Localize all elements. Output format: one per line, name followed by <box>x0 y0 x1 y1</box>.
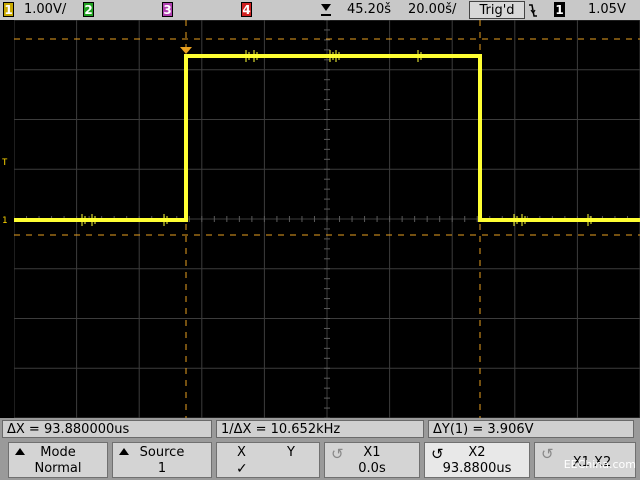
mode-value: Normal <box>34 461 82 476</box>
channel-1-scale: 1.00V/ <box>24 2 67 17</box>
delta-x-readout: ΔX = 93.880000us <box>2 420 212 438</box>
trigger-level: 1.05V <box>588 2 626 17</box>
x2-softkey[interactable]: ↺ X2 93.8800us <box>424 442 530 478</box>
mode-softkey[interactable]: Mode Normal <box>8 442 108 478</box>
x1-cursor-marker[interactable] <box>180 47 192 54</box>
x2-value: 93.8800us <box>442 461 512 476</box>
delay-value: 45.20š <box>347 2 391 17</box>
source-softkey[interactable]: Source 1 <box>112 442 212 478</box>
run-state-badge: Trig'd <box>469 1 525 19</box>
falling-edge-icon <box>529 4 537 17</box>
inverse-delta-x-readout: 1/ΔX = 10.652kHz <box>216 420 424 438</box>
trigger-level-marker: T <box>2 158 8 168</box>
delta-y-readout: ΔY(1) = 3.906V <box>428 420 634 438</box>
timebase-value: 20.00š/ <box>408 2 457 17</box>
channel-1-ground-marker: 1 <box>2 216 8 226</box>
graticule-and-trace <box>14 20 640 418</box>
x-selected-check-icon: ✓ <box>236 461 248 477</box>
source-label: Source <box>139 445 185 460</box>
watermark: EEChina.com <box>563 458 636 471</box>
channel-4-indicator[interactable]: 4 <box>241 2 252 17</box>
channel-3-indicator[interactable]: 3 <box>162 2 173 17</box>
y-option-label: Y <box>287 445 295 460</box>
x1-label: X1 <box>363 445 381 460</box>
channel-2-indicator[interactable]: 2 <box>83 2 94 17</box>
status-bar: 1 1.00V/ 2 3 4 45.20š 20.00š/ Trig'd 1 1… <box>0 0 640 20</box>
source-value: 1 <box>157 461 167 476</box>
x2-label: X2 <box>468 445 486 460</box>
trigger-source-indicator: 1 <box>554 2 565 17</box>
softkey-menu: Mode Normal Source 1 X Y ✓ ↺ X1 0.0s ↺ X… <box>0 440 640 480</box>
mode-label: Mode <box>40 445 76 460</box>
channel-1-indicator[interactable]: 1 <box>3 2 14 17</box>
xy-softkey[interactable]: X Y ✓ <box>216 442 320 478</box>
time-reference-icon <box>321 4 331 16</box>
x-option-label: X <box>237 445 246 460</box>
waveform-display: T 1 <box>2 20 640 418</box>
x1-softkey[interactable]: ↺ X1 0.0s <box>324 442 420 478</box>
cursor-measurements: ΔX = 93.880000us 1/ΔX = 10.652kHz ΔY(1) … <box>0 418 640 440</box>
x1-value: 0.0s <box>358 461 386 476</box>
